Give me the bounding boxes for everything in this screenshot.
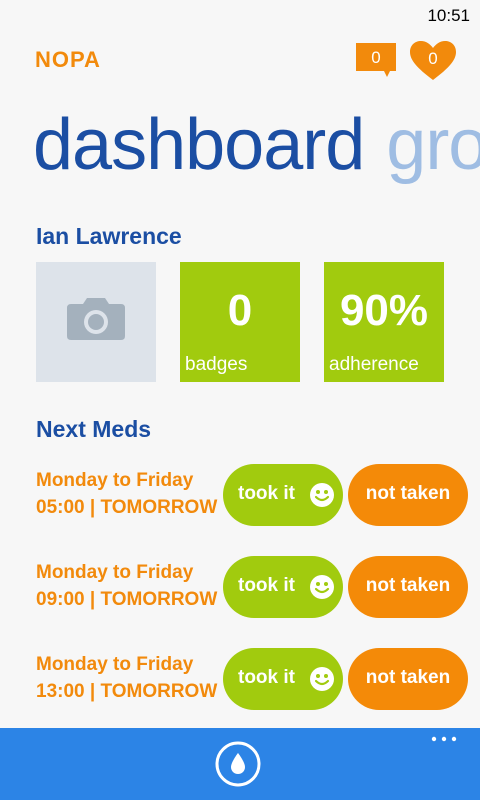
med-time: 05:00 | TOMORROW (36, 497, 218, 518)
med-schedule: Monday to Friday 09:00 | TOMORROW (36, 559, 217, 613)
med-row: Monday to Friday 13:00 | TOMORROW took i… (0, 648, 480, 710)
smiley-icon (310, 667, 334, 691)
med-schedule: Monday to Friday 05:00 | TOMORROW (36, 467, 217, 521)
took-it-button[interactable]: took it (223, 556, 343, 618)
med-days: Monday to Friday (36, 470, 194, 491)
smiley-icon (310, 483, 334, 507)
took-it-button[interactable]: took it (223, 464, 343, 526)
med-time: 13:00 | TOMORROW (36, 681, 218, 702)
med-days: Monday to Friday (36, 654, 194, 675)
not-taken-button[interactable]: not taken (348, 556, 468, 618)
med-schedule: Monday to Friday 13:00 | TOMORROW (36, 651, 217, 705)
camera-icon (67, 298, 125, 340)
med-time: 09:00 | TOMORROW (36, 589, 218, 610)
adherence-value: 90% (339, 286, 429, 335)
took-it-button[interactable]: took it (223, 648, 343, 710)
adherence-label: adherence (329, 354, 419, 375)
likes-count: 0 (428, 49, 438, 68)
messages-count: 0 (371, 48, 381, 67)
clock: 10:51 (427, 6, 470, 25)
profile-photo[interactable] (36, 262, 156, 382)
pivot-tab-next[interactable]: gro (386, 105, 480, 185)
app-bar (0, 728, 480, 800)
badges-label: badges (185, 354, 248, 375)
status-bar: 10:51 (0, 0, 480, 32)
app-title: NOPA (35, 47, 101, 72)
user-name: Ian Lawrence (36, 223, 182, 249)
more-dots-icon[interactable] (430, 732, 458, 746)
pivot-header: dashboard gro (33, 104, 480, 186)
not-taken-button[interactable]: not taken (348, 464, 468, 526)
took-it-label: took it (238, 483, 295, 504)
water-drop-icon[interactable] (215, 741, 261, 787)
likes-button[interactable]: 0 (409, 40, 457, 82)
pivot-tab-dashboard[interactable]: dashboard (33, 105, 365, 185)
med-row: Monday to Friday 09:00 | TOMORROW took i… (0, 556, 480, 618)
took-it-label: took it (238, 667, 295, 688)
med-days: Monday to Friday (36, 562, 194, 583)
smiley-icon (310, 575, 334, 599)
took-it-label: took it (238, 575, 295, 596)
badges-value: 0 (227, 286, 253, 335)
messages-button[interactable]: 0 (356, 43, 396, 77)
badges-tile[interactable]: 0 badges (180, 262, 300, 382)
adherence-tile[interactable]: 90% adherence (324, 262, 444, 382)
med-row: Monday to Friday 05:00 | TOMORROW took i… (0, 464, 480, 526)
not-taken-button[interactable]: not taken (348, 648, 468, 710)
next-meds-title: Next Meds (36, 416, 152, 442)
